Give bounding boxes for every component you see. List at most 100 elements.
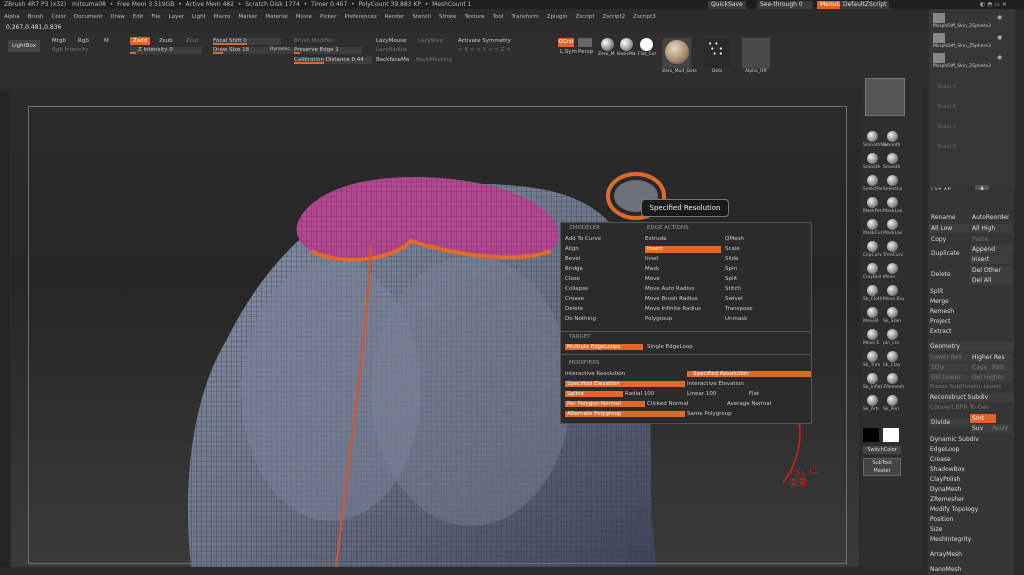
brush-sk-trim[interactable]: Sk_Trim [863,350,883,370]
mod-interactive-elevation[interactable]: Interactive Elevation [687,381,744,387]
activate-symmetry-button[interactable]: Activate Symmetry [458,38,511,44]
cage-button[interactable]: Cage [970,363,990,372]
menu-zscript[interactable]: Zscript [575,12,594,22]
menu-picker[interactable]: Picker [320,12,336,22]
rstr-button[interactable]: Rstr [990,363,1012,372]
del-all-button[interactable]: Del All [970,276,1012,285]
action-collapse[interactable]: Collapse [565,284,645,294]
switch-color-button[interactable]: SwitchColor [863,446,901,454]
divide-button[interactable]: Divide [929,418,969,427]
action-crease[interactable]: Crease [565,294,645,304]
subtool-empty-slot[interactable]: Sheet 6 [937,104,1007,124]
mod-radial[interactable]: Radial 100 [625,391,654,397]
brush-trimcurv[interactable]: TrimCurv [883,240,903,260]
brush-maskpen[interactable]: MaskPen [863,196,883,216]
action-split[interactable]: Split [725,274,805,284]
rgb-intensity-slider[interactable]: Rgb Intensity [52,47,89,53]
lightbox-button[interactable]: LightBox [8,40,40,52]
menu-movie[interactable]: Movie [296,12,312,22]
menu-material[interactable]: Material [265,12,287,22]
brush-sk-stan[interactable]: Sk_Stan [883,306,903,326]
lower-res-button[interactable]: Lower Res [929,353,969,362]
subpalette-position[interactable]: Position [928,515,1012,525]
menu-stencil[interactable]: Stencil [412,12,431,22]
action-slide[interactable]: Slide [725,254,805,264]
copy-button[interactable]: Copy [929,235,969,244]
mod-alternate-polygroup[interactable]: Alternate Polygroup [565,411,685,417]
subpalette-zremesher[interactable]: ZRemesher [928,495,1012,505]
action-inset[interactable]: Inset [645,254,725,264]
mod-clicked-normal[interactable]: Clicked Normal [647,401,688,407]
zsub-button[interactable]: Zsub [159,38,173,44]
z-intensity-slider[interactable]: Z Intensity 0 [130,47,202,54]
mod-spline[interactable]: Spline [565,391,623,397]
all-low-button[interactable]: All Low [929,224,969,233]
subpalette-modify-topology[interactable]: Modify Topology [928,505,1012,515]
brush-sk-cloth[interactable]: Sk_Cloth [863,284,883,304]
subpalette-dynamic-subdiv[interactable]: Dynamic Subdiv [928,435,1012,445]
extract-button[interactable]: Extract [928,327,1014,336]
action-bevel[interactable]: Bevel [565,254,645,264]
secondary-color-swatch[interactable] [863,428,879,442]
brush-modifier-slider[interactable]: Brush Modifier [294,38,334,44]
m-button[interactable]: M [104,38,109,44]
brush-zremesh[interactable]: ZRemesh [883,372,904,392]
action-scale[interactable]: Scale [725,244,805,254]
persp-button[interactable]: Persp [578,49,593,55]
del-other-button[interactable]: Del Other [970,266,1012,275]
preserve-edge-slider[interactable]: Preserve Edge 1 [294,47,362,54]
floor-grid-icon[interactable] [578,38,592,47]
menu-light[interactable]: Light [192,12,206,22]
delete-button[interactable]: Delete [929,270,969,279]
qgrid-button[interactable]: QGrid [558,38,574,47]
action-move-brush-radius[interactable]: Move Brush Radius [645,294,725,304]
draw-size-slider[interactable]: Draw Size 18 Dynamic [213,47,293,54]
insert-button[interactable]: Insert [970,255,1012,264]
brush-material-icon[interactable] [601,38,614,51]
subtool-item[interactable]: MorphDiff_Skin_ZSphere3 ◉ [933,51,1013,71]
all-high-button[interactable]: All High [970,224,1012,233]
zadd-button[interactable]: Zadd [130,37,150,45]
menu-marker[interactable]: Marker [238,12,257,22]
menu-zscript2[interactable]: Zscript2 [603,12,626,22]
action-move-auto-radius[interactable]: Move Auto Radius [645,284,725,294]
brush-smooth[interactable]: Smooth [883,130,903,150]
target-multiple-edgeloops[interactable]: Multiple EdgeLoops [565,344,643,350]
action-move[interactable]: Move [645,274,725,284]
lazymouse-button[interactable]: LazyMouse [376,38,406,44]
brush-masklas[interactable]: MaskLas [883,196,903,216]
action-mask[interactable]: Mask [645,264,725,274]
action-bridge[interactable]: Bridge [565,264,645,274]
arraymesh-header[interactable]: ArrayMesh [928,550,1014,559]
mod-interactive-resolution[interactable]: Interactive Resolution [565,371,625,377]
subtool-empty-slot[interactable]: Sheet 7 [937,124,1007,144]
menu-color[interactable]: Color [52,12,66,22]
visibility-icon[interactable]: ◉ [997,54,1002,61]
lsym-button[interactable]: L.Sym [560,49,577,55]
brush-sk-pen[interactable]: Sk_Pen [883,394,903,414]
suv-toggle[interactable]: Suv [970,424,990,433]
menu-document[interactable]: Document [74,12,103,22]
menu-stroke[interactable]: Stroke [439,12,457,22]
brush-moveb[interactable]: MoveB [863,306,883,326]
brush-sk-clay[interactable]: Sk_Clay [883,350,903,370]
backmasking-slider[interactable]: BackMasking [416,57,452,63]
menus-button[interactable]: Menus [817,1,843,9]
flat-color-icon[interactable] [640,38,653,51]
menu-edit[interactable]: Edit [133,12,144,22]
brush-move[interactable]: Move [883,262,903,282]
mod-per-polygon-normal[interactable]: Per Polygon Normal [565,401,645,407]
action-stitch[interactable]: Stitch [725,284,805,294]
basic-material-icon[interactable] [620,38,633,51]
action-polygroup[interactable]: Polygroup [645,314,725,324]
target-single-edgeloop[interactable]: Single EdgeLoop [647,344,693,350]
lazyradius-slider[interactable]: LazyRadius [376,47,407,53]
canvas-thumbnail[interactable] [865,78,905,116]
nanomesh-header[interactable]: NanoMesh [928,565,1014,574]
subpalette-shadowbox[interactable]: ShadowBox [928,465,1012,475]
brush-sk-inflat[interactable]: Sk_Inflat [863,372,883,392]
reuv-toggle[interactable]: ReUV [990,424,1012,433]
duplicate-button[interactable]: Duplicate [929,249,969,258]
menu-tool[interactable]: Tool [493,12,504,22]
autoreorder-button[interactable]: AutoReorder [970,213,1012,222]
